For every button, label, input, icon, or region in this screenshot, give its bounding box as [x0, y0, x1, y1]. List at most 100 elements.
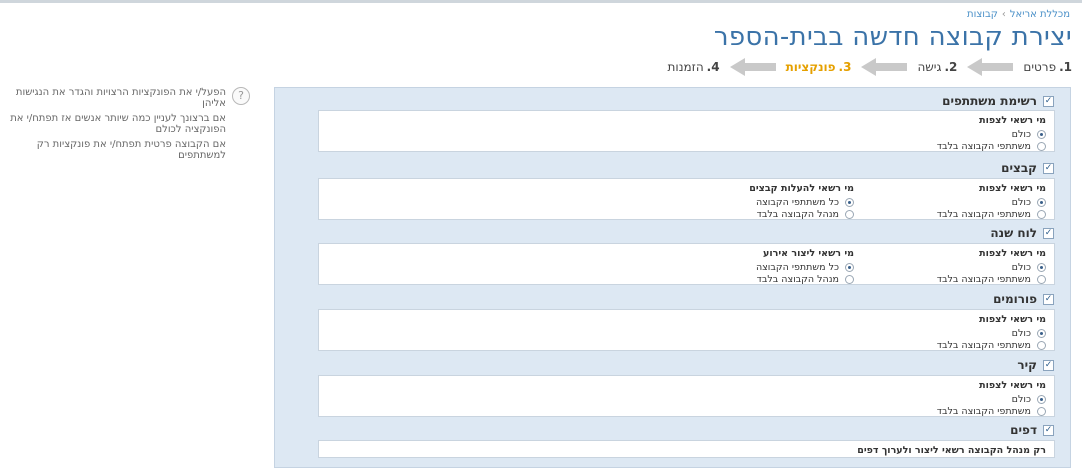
radio-button[interactable] [1037, 406, 1046, 416]
wizard-step-functions[interactable]: 3. פונקציות [786, 60, 852, 74]
option-label: כל משתתפי הקבוצה [755, 196, 839, 208]
files-upload-group: מי רשאי להעלות קבצים כל משתתפי הקבוצה מנ… [749, 183, 854, 220]
group-title: מי רשאי לצפות [979, 115, 1046, 126]
option-label: כולם [1011, 327, 1031, 339]
radio-button[interactable] [1037, 262, 1046, 272]
wizard-step-details[interactable]: 1. פרטים [1023, 60, 1072, 74]
section-title: רשימת משתתפים [942, 94, 1037, 108]
section-title: פורומים [993, 292, 1037, 306]
section-wall-box: מי רשאי לצפות כולם משתתפי הקבוצה בלבד [318, 375, 1055, 417]
top-rule [0, 0, 1082, 3]
option-all[interactable]: כולם [937, 128, 1046, 140]
group-title: מי רשאי להעלות קבצים [749, 183, 854, 194]
breadcrumb-link-college[interactable]: מכללת אריאל [1010, 9, 1070, 20]
step-number: 1. [1059, 60, 1072, 74]
option-label: כולם [1011, 196, 1031, 208]
option-label: מנהל הקבוצה בלבד [756, 208, 839, 220]
radio-button[interactable] [845, 197, 854, 207]
radio-button[interactable] [1037, 129, 1046, 139]
files-view-group: מי רשאי לצפות כולם משתתפי הקבוצה בלבד [937, 183, 1046, 220]
section-title: קיר [1017, 358, 1037, 372]
step-label: הזמנות [667, 60, 704, 74]
page-title: יצירת קבוצה חדשה בבית-הספר [713, 22, 1072, 52]
wall-checkbox[interactable]: ✓ [1043, 359, 1054, 371]
wizard-step-access[interactable]: 2. גישה [917, 60, 957, 74]
step-number: 2. [944, 60, 958, 74]
option-all-members[interactable]: כל משתתפי הקבוצה [756, 261, 854, 273]
section-calendar-header: ✓ לוח שנה [990, 226, 1054, 240]
option-manager-only[interactable]: מנהל הקבוצה בלבד [749, 208, 854, 220]
option-label: כולם [1011, 393, 1031, 405]
option-label: מנהל הקבוצה בלבד [756, 273, 839, 285]
radio-button[interactable] [1037, 340, 1046, 350]
option-all[interactable]: כולם [937, 393, 1046, 405]
section-files-header: ✓ קבצים [1001, 161, 1054, 175]
radio-button[interactable] [845, 274, 854, 284]
option-label: כולם [1011, 261, 1031, 273]
participants-checkbox[interactable]: ✓ [1043, 95, 1054, 107]
radio-button[interactable] [1037, 274, 1046, 284]
section-participants-box: מי רשאי לצפות כולם משתתפי הקבוצה בלבד [318, 110, 1055, 152]
wizard-step-invitations[interactable]: 4. הזמנות [668, 60, 720, 74]
option-label: משתתפי הקבוצה בלבד [936, 339, 1031, 351]
radio-button[interactable] [1037, 141, 1046, 151]
step-number: 4. [706, 60, 720, 74]
option-members-only[interactable]: משתתפי הקבוצה בלבד [937, 339, 1046, 351]
step-label: פונקציות [785, 60, 836, 74]
breadcrumb-link-groups[interactable]: קבוצות [967, 9, 998, 20]
calendar-checkbox[interactable]: ✓ [1043, 227, 1054, 239]
option-members-only[interactable]: משתתפי הקבוצה בלבד [937, 405, 1046, 417]
option-label: משתתפי הקבוצה בלבד [936, 273, 1031, 285]
radio-button[interactable] [845, 262, 854, 272]
section-files-box: מי רשאי לצפות כולם משתתפי הקבוצה בלבד מי… [318, 178, 1055, 220]
option-label: משתתפי הקבוצה בלבד [936, 405, 1031, 417]
calendar-view-group: מי רשאי לצפות כולם משתתפי הקבוצה בלבד [937, 248, 1046, 285]
option-all-members[interactable]: כל משתתפי הקבוצה [749, 196, 854, 208]
section-forums-box: מי רשאי לצפות כולם משתתפי הקבוצה בלבד [318, 309, 1055, 351]
option-manager-only[interactable]: מנהל הקבוצה בלבד [756, 273, 854, 285]
step-arrow-icon [729, 58, 776, 76]
section-calendar-box: מי רשאי לצפות כולם משתתפי הקבוצה בלבד מי… [318, 243, 1055, 285]
option-all[interactable]: כולם [937, 327, 1046, 339]
option-label: משתתפי הקבוצה בלבד [936, 208, 1031, 220]
option-label: כולם [1011, 128, 1031, 140]
radio-button[interactable] [1037, 209, 1046, 219]
section-pages-box: רק מנהל הקבוצה רשאי ליצור ולערוך דפים [318, 440, 1055, 458]
section-wall-header: ✓ קיר [1017, 358, 1054, 372]
pages-checkbox[interactable]: ✓ [1043, 424, 1054, 436]
forums-view-group: מי רשאי לצפות כולם משתתפי הקבוצה בלבד [937, 314, 1046, 351]
forums-checkbox[interactable]: ✓ [1043, 293, 1054, 305]
option-label: משתתפי הקבוצה בלבד [936, 140, 1031, 152]
step-number: 3. [838, 60, 852, 74]
option-members-only[interactable]: משתתפי הקבוצה בלבד [937, 208, 1046, 220]
breadcrumb-separator: › [1001, 9, 1006, 20]
group-title: מי רשאי לצפות [979, 314, 1046, 325]
section-title: לוח שנה [990, 226, 1037, 240]
step-arrow-icon [967, 58, 1014, 76]
option-members-only[interactable]: משתתפי הקבוצה בלבד [937, 273, 1046, 285]
files-checkbox[interactable]: ✓ [1043, 162, 1054, 174]
help-text-public: אם ברצונך לעניין כמה שיותר אנשים אז תפתח… [10, 113, 226, 135]
section-forums-header: ✓ פורומים [993, 292, 1054, 306]
radio-button[interactable] [845, 209, 854, 219]
breadcrumb: מכללת אריאל › קבוצות [967, 9, 1070, 20]
help-panel: ? הפעל/י את הפונקציות הרצויות והגדר את ה… [6, 87, 252, 165]
wizard-steps: 1. פרטים 2. גישה 3. פונקציות 4. הזמנות [668, 58, 1072, 76]
participants-view-group: מי רשאי לצפות כולם משתתפי הקבוצה בלבד [937, 115, 1046, 152]
option-all[interactable]: כולם [937, 196, 1046, 208]
step-arrow-icon [861, 58, 908, 76]
wall-view-group: מי רשאי לצפות כולם משתתפי הקבוצה בלבד [937, 380, 1046, 417]
step-label: פרטים [1023, 60, 1057, 74]
calendar-create-group: מי רשאי ליצור אירוע כל משתתפי הקבוצה מנה… [756, 248, 854, 285]
group-title: מי רשאי ליצור אירוע [763, 248, 854, 259]
section-participants-header: ✓ רשימת משתתפים [942, 94, 1054, 108]
radio-button[interactable] [1037, 328, 1046, 338]
pages-note: רק מנהל הקבוצה רשאי ליצור ולערוך דפים [857, 445, 1046, 456]
radio-button[interactable] [1037, 394, 1046, 404]
help-text-activate: הפעל/י את הפונקציות הרצויות והגדר את הנג… [15, 87, 226, 109]
option-members-only[interactable]: משתתפי הקבוצה בלבד [937, 140, 1046, 152]
section-pages-header: ✓ דפים [1010, 423, 1054, 437]
option-all[interactable]: כולם [937, 261, 1046, 273]
radio-button[interactable] [1037, 197, 1046, 207]
group-title: מי רשאי לצפות [979, 380, 1046, 391]
